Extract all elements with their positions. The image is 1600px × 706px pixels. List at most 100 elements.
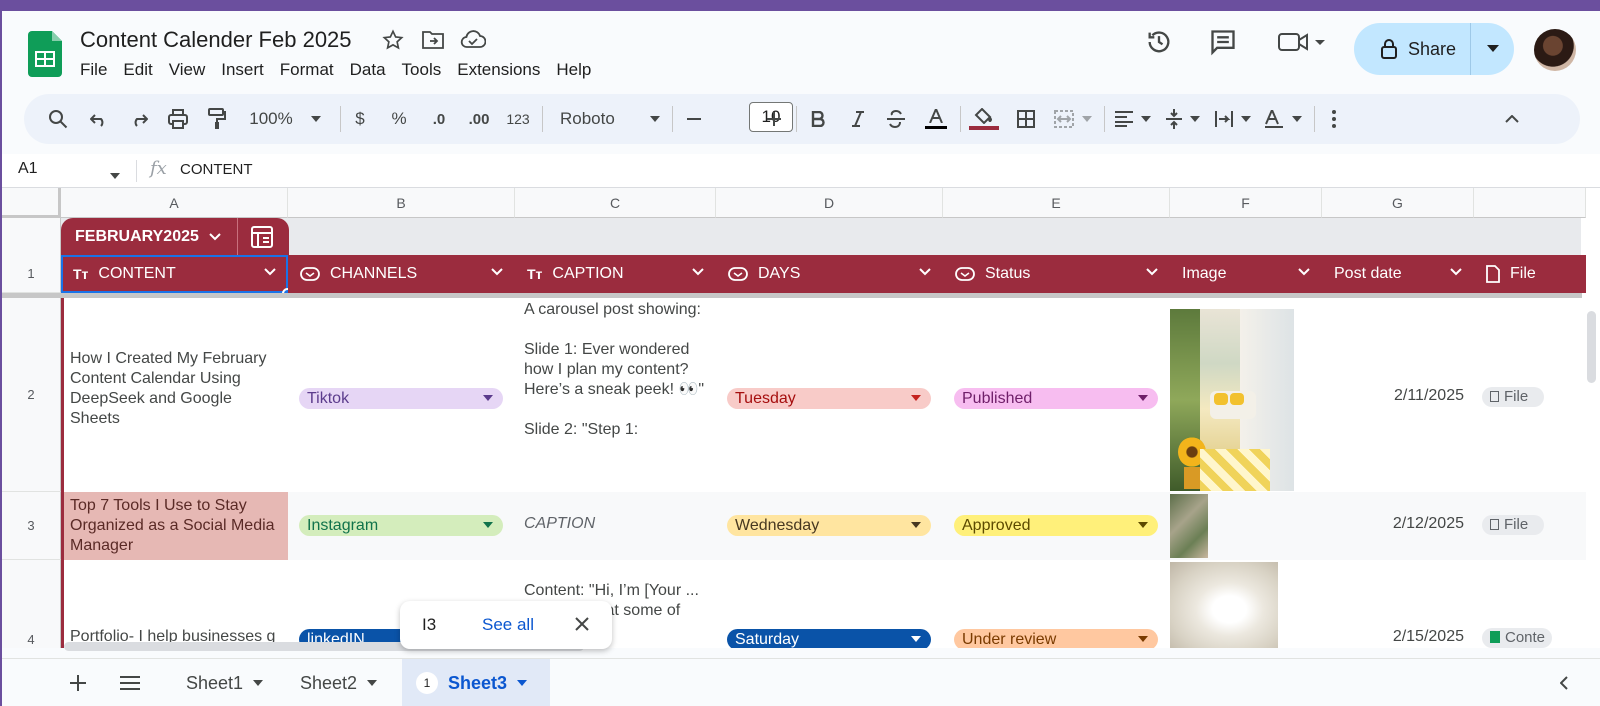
channel-chip[interactable]: Instagram	[299, 515, 503, 536]
day-chip[interactable]: Wednesday	[727, 515, 931, 536]
merge-cells-icon[interactable]	[1050, 103, 1096, 135]
close-icon[interactable]	[575, 617, 589, 636]
undo-icon[interactable]	[86, 103, 112, 135]
menu-format[interactable]: Format	[272, 58, 342, 82]
tab-sheet3[interactable]: 1 Sheet3	[402, 659, 550, 706]
chevron-down-icon[interactable]	[1146, 268, 1158, 276]
table-header-image[interactable]: Image	[1170, 255, 1322, 293]
column-header-f[interactable]: F	[1170, 188, 1322, 218]
avatar[interactable]	[1534, 29, 1576, 71]
file-chip[interactable]: Conte	[1482, 628, 1552, 648]
table-header-content[interactable]: Tт CONTENT	[61, 255, 288, 293]
decrease-font-size-icon[interactable]	[682, 103, 706, 135]
row-header-1[interactable]: 1	[2, 255, 61, 293]
document-title[interactable]: Content Calender Feb 2025	[80, 27, 352, 53]
content-cell[interactable]: How I Created My February Content Calend…	[70, 349, 282, 429]
strikethrough-icon[interactable]	[882, 103, 910, 135]
fill-color-icon[interactable]	[968, 103, 1000, 135]
column-header-b[interactable]: B	[288, 188, 515, 218]
chevron-down-icon[interactable]	[1298, 268, 1310, 276]
all-sheets-icon[interactable]	[120, 659, 140, 706]
share-button[interactable]: Share	[1354, 23, 1514, 75]
column-header-h[interactable]	[1474, 188, 1586, 218]
table-header-status[interactable]: Status	[943, 255, 1170, 293]
increase-decimal-button[interactable]: .00	[464, 103, 494, 135]
text-rotation-icon[interactable]	[1262, 103, 1304, 135]
paint-format-icon[interactable]	[204, 103, 230, 135]
menu-file[interactable]: File	[72, 58, 115, 82]
row-header-3[interactable]: 3	[2, 492, 61, 560]
chevron-down-icon[interactable]	[209, 233, 221, 241]
horizontal-align-icon[interactable]	[1112, 103, 1154, 135]
meet-video-icon[interactable]	[1274, 25, 1330, 59]
currency-format-button[interactable]: $	[350, 103, 370, 135]
status-chip[interactable]: Published	[954, 388, 1158, 409]
table-header-caption[interactable]: Tт CAPTION	[515, 255, 716, 293]
day-chip[interactable]: Tuesday	[727, 388, 931, 409]
day-chip[interactable]: Saturday	[727, 629, 931, 648]
borders-icon[interactable]	[1012, 103, 1040, 135]
post-date-cell[interactable]: 2/12/2025	[1332, 515, 1464, 533]
table-header-file[interactable]: File	[1474, 255, 1586, 293]
chevron-down-icon[interactable]	[919, 268, 931, 276]
menu-data[interactable]: Data	[342, 58, 394, 82]
italic-icon[interactable]	[844, 103, 872, 135]
bold-icon[interactable]	[804, 103, 832, 135]
text-wrapping-icon[interactable]	[1212, 103, 1254, 135]
cloud-saved-icon[interactable]	[460, 27, 486, 53]
more-formats-button[interactable]: 123	[504, 103, 532, 135]
table-name-tab[interactable]: FEBRUARY2025	[61, 218, 289, 255]
column-header-a[interactable]: A	[61, 188, 288, 218]
share-dropdown-icon[interactable]	[1470, 23, 1514, 75]
post-date-cell[interactable]: 2/11/2025	[1332, 387, 1464, 405]
collapse-toolbar-icon[interactable]	[1498, 103, 1526, 135]
font-select[interactable]: Roboto	[560, 103, 660, 135]
flower-image[interactable]	[1170, 562, 1278, 648]
caption-cell[interactable]: CAPTION	[524, 515, 710, 533]
menu-tools[interactable]: Tools	[394, 58, 450, 82]
see-all-link[interactable]: See all	[482, 615, 534, 635]
chevron-down-icon[interactable]	[264, 268, 276, 276]
status-chip[interactable]: Approved	[954, 515, 1158, 536]
comments-icon[interactable]	[1206, 25, 1240, 59]
more-options-icon[interactable]	[1324, 103, 1344, 135]
name-box[interactable]: A1	[18, 160, 38, 178]
percent-format-button[interactable]: %	[388, 103, 410, 135]
chevron-down-icon[interactable]	[491, 268, 503, 276]
table-settings-icon[interactable]	[251, 226, 273, 248]
print-icon[interactable]	[164, 103, 192, 135]
channel-chip[interactable]: Tiktok	[299, 388, 503, 409]
sheets-logo-icon[interactable]	[28, 31, 62, 77]
add-sheet-icon[interactable]	[70, 659, 86, 706]
file-chip[interactable]: File	[1482, 387, 1544, 407]
version-history-icon[interactable]	[1142, 25, 1176, 59]
search-menus-icon[interactable]	[44, 103, 72, 135]
vertical-scrollbar[interactable]	[1587, 311, 1596, 383]
chevron-down-icon[interactable]	[692, 268, 704, 276]
name-box-dropdown-icon[interactable]	[110, 166, 120, 184]
chevron-down-icon[interactable]	[1450, 268, 1462, 276]
column-header-c[interactable]: C	[515, 188, 716, 218]
menu-help[interactable]: Help	[548, 58, 599, 82]
menu-view[interactable]: View	[161, 58, 214, 82]
select-all-corner[interactable]	[2, 188, 61, 218]
text-color-icon[interactable]	[922, 103, 950, 135]
column-header-e[interactable]: E	[943, 188, 1170, 218]
star-icon[interactable]	[380, 27, 406, 53]
decrease-decimal-button[interactable]: .0	[426, 103, 452, 135]
tab-sheet2[interactable]: Sheet2	[300, 659, 378, 706]
row-header-4[interactable]: 4	[2, 560, 61, 648]
menu-extensions[interactable]: Extensions	[449, 58, 548, 82]
sunroom-image[interactable]	[1170, 309, 1294, 491]
content-cell[interactable]: Top 7 Tools I Use to Stay Organized as a…	[70, 496, 282, 556]
column-header-g[interactable]: G	[1322, 188, 1474, 218]
zoom-select[interactable]: 100%	[244, 103, 326, 135]
file-chip[interactable]: File	[1482, 515, 1544, 535]
plants-image[interactable]	[1170, 494, 1208, 558]
menu-edit[interactable]: Edit	[115, 58, 160, 82]
post-date-cell[interactable]: 2/15/2025	[1332, 628, 1464, 646]
caption-cell[interactable]: A carousel post showing: Slide 1: Ever w…	[524, 300, 710, 490]
column-header-d[interactable]: D	[716, 188, 943, 218]
move-folder-icon[interactable]	[420, 27, 446, 53]
formula-input[interactable]: CONTENT	[180, 161, 253, 178]
